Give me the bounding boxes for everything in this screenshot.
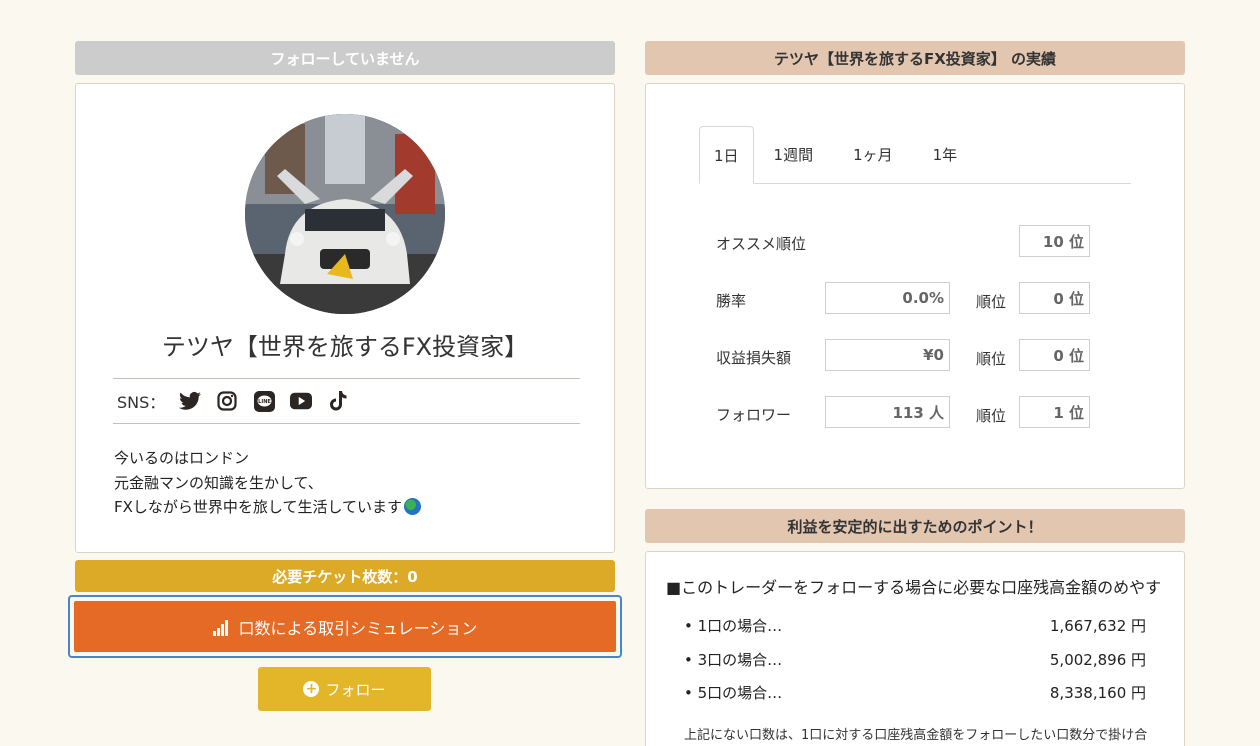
winrate-label: 勝率 <box>716 292 747 310</box>
performance-card: 1日 1週間 1ヶ月 1年 オススメ順位 10 位 勝率 0.0% 順位 0 位… <box>645 83 1185 489</box>
followers-rank: 1 位 <box>1019 396 1090 428</box>
bio: 今いるのはロンドン 元金融マンの知識を生かして、 FXしながら世界中を旅して生活… <box>114 446 422 520</box>
follow-button[interactable]: + フォロー <box>258 667 431 711</box>
ticket-count-bar: 必要チケット枚数：0 <box>75 560 615 592</box>
tips-title-bar: 利益を安定的に出すためのポイント！ <box>645 509 1185 543</box>
instagram-icon[interactable] <box>216 390 238 412</box>
followers-value: 113 人 <box>825 396 950 428</box>
tip-row: • 1口の場合… 1,667,632 円 <box>684 615 1146 639</box>
bar-chart-icon <box>212 619 228 636</box>
follow-button-label: フォロー <box>325 680 386 699</box>
tiktok-icon[interactable] <box>327 390 349 412</box>
avatar <box>245 114 445 314</box>
tip-value: 1,667,632 円 <box>1049 617 1146 635</box>
profile-column: フォローしていません テツヤ【世界を旅するFX投資家】 SNS： LINE 今い… <box>68 41 622 711</box>
rank-label: 順位 <box>976 350 1007 368</box>
recommend-label: オススメ順位 <box>716 235 807 253</box>
rank-label: 順位 <box>976 407 1007 425</box>
rank-label: 順位 <box>976 293 1007 311</box>
recommend-rank: 10 位 <box>1019 225 1090 257</box>
profile-card: テツヤ【世界を旅するFX投資家】 SNS： LINE 今いるのはロンドン 元金融… <box>75 83 615 553</box>
performance-column: テツヤ【世界を旅するFX投資家】 の実績 1日 1週間 1ヶ月 1年 オススメ順… <box>645 41 1185 746</box>
profit-value: ¥0 <box>825 339 950 371</box>
tip-row: • 3口の場合… 5,002,896 円 <box>684 649 1146 673</box>
tab-1-day[interactable]: 1日 <box>699 126 754 184</box>
stat-row-winrate: 勝率 0.0% 順位 0 位 <box>716 282 1096 314</box>
tab-1-year[interactable]: 1年 <box>913 125 978 183</box>
trader-name: テツヤ【世界を旅するFX投資家】 <box>161 333 529 361</box>
followers-label: フォロワー <box>716 406 792 424</box>
bio-line: FXしながら世界中を旅して生活しています <box>114 495 422 520</box>
sns-row: SNS： LINE <box>113 378 580 424</box>
sns-label: SNS： <box>117 393 166 412</box>
stat-row-followers: フォロワー 113 人 順位 1 位 <box>716 396 1096 428</box>
profit-label: 収益損失額 <box>716 349 792 367</box>
tip-row: • 5口の場合… 8,338,160 円 <box>684 682 1146 706</box>
profit-rank: 0 位 <box>1019 339 1090 371</box>
simulation-button-label: 口数による取引シミュレーション <box>238 618 478 638</box>
winrate-rank: 0 位 <box>1019 282 1090 314</box>
tip-value: 5,002,896 円 <box>1049 651 1146 669</box>
tips-heading: ■このトレーダーをフォローする場合に必要な口座残高金額のめやす <box>666 578 1162 597</box>
tip-label: • 1口の場合… <box>684 617 783 635</box>
stat-row-profit: 収益損失額 ¥0 順位 0 位 <box>716 339 1096 371</box>
svg-text:LINE: LINE <box>258 399 271 405</box>
tip-label: • 3口の場合… <box>684 651 783 669</box>
tips-card: ■このトレーダーをフォローする場合に必要な口座残高金額のめやす • 1口の場合…… <box>645 551 1185 746</box>
tab-1-week[interactable]: 1週間 <box>754 125 834 183</box>
twitter-icon[interactable] <box>179 390 202 412</box>
tab-1-month[interactable]: 1ヶ月 <box>833 125 913 183</box>
tips-note: 上記にない口数は、1口に対する口座残高金額をフォローしたい口数分で掛け合 <box>684 728 1148 743</box>
stat-row-recommend: オススメ順位 10 位 <box>716 225 1096 257</box>
simulation-button-focus: 口数による取引シミュレーション <box>68 595 622 658</box>
simulation-button[interactable]: 口数による取引シミュレーション <box>74 601 616 652</box>
performance-title-bar: テツヤ【世界を旅するFX投資家】 の実績 <box>645 41 1185 75</box>
line-icon[interactable]: LINE <box>253 390 275 412</box>
globe-icon <box>404 498 422 515</box>
follow-status-bar: フォローしていません <box>75 41 615 75</box>
bio-line: 元金融マンの知識を生かして、 <box>114 473 323 492</box>
period-tabs: 1日 1週間 1ヶ月 1年 <box>699 120 1131 184</box>
tip-value: 8,338,160 円 <box>1049 684 1146 702</box>
plus-icon: + <box>303 681 320 697</box>
winrate-value: 0.0% <box>825 282 950 314</box>
tip-label: • 5口の場合… <box>684 684 783 702</box>
youtube-icon[interactable] <box>290 390 313 412</box>
bio-line: 今いるのはロンドン <box>114 449 250 467</box>
